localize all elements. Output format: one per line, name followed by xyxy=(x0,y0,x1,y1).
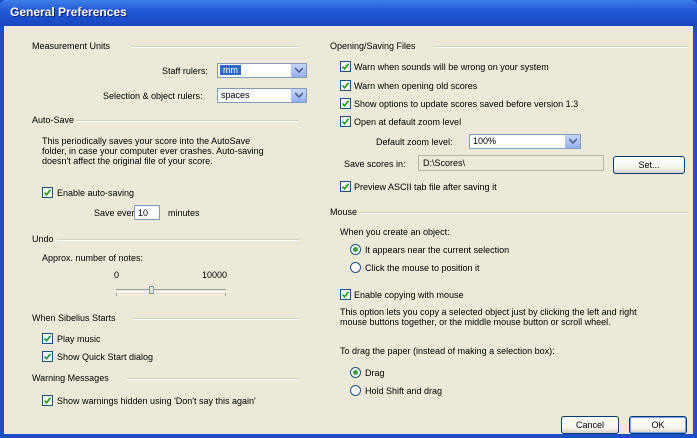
show-update-options-label[interactable]: Show options to update scores saved befo… xyxy=(354,99,578,109)
selection-rulers-value: spaces xyxy=(221,90,250,100)
chevron-down-icon[interactable] xyxy=(291,64,306,77)
show-quick-start-label[interactable]: Show Quick Start dialog xyxy=(57,352,153,362)
show-quick-start-checkbox[interactable] xyxy=(42,351,53,362)
checkmark-icon xyxy=(341,63,350,71)
auto-save-description-1: This periodically saves your score into … xyxy=(42,136,251,146)
chevron-down-icon[interactable] xyxy=(291,89,306,102)
staff-rulers-value: mm xyxy=(220,65,241,75)
auto-save-description-3: doesn't affect the original file of your… xyxy=(42,156,213,166)
enable-copying-checkbox[interactable] xyxy=(340,289,351,300)
auto-save-description-2: folder, in case your computer ever crash… xyxy=(42,146,264,156)
set-folder-button[interactable]: Set... xyxy=(613,156,685,174)
selection-rulers-label: Selection & object rulers: xyxy=(103,91,203,101)
drag-paper-label: To drag the paper (instead of making a s… xyxy=(340,346,555,356)
when-starts-heading: When Sibelius Starts xyxy=(32,313,116,323)
near-selection-label[interactable]: It appears near the current selection xyxy=(365,245,509,255)
preview-ascii-label[interactable]: Preview ASCII tab file after saving it xyxy=(354,182,497,192)
warn-sounds-label[interactable]: Warn when sounds will be wrong on your s… xyxy=(354,62,549,72)
checkmark-icon xyxy=(43,353,52,361)
open-default-zoom-checkbox[interactable] xyxy=(340,116,351,127)
warn-old-scores-label[interactable]: Warn when opening old scores xyxy=(354,81,477,91)
slider-thumb[interactable] xyxy=(149,286,154,294)
opening-saving-divider xyxy=(434,46,688,48)
undo-max-label: 10000 xyxy=(202,270,228,280)
save-every-field[interactable] xyxy=(135,206,159,219)
minutes-label: minutes xyxy=(168,208,200,218)
preferences-window: General Preferences Measurement Units St… xyxy=(0,0,697,438)
mouse-heading: Mouse xyxy=(330,207,358,217)
open-default-zoom-label[interactable]: Open at default zoom level xyxy=(354,117,461,127)
preview-ascii-checkbox[interactable] xyxy=(340,181,351,192)
measurement-units-heading: Measurement Units xyxy=(32,41,111,51)
drag-radio[interactable] xyxy=(350,367,361,378)
create-object-label: When you create an object: xyxy=(340,227,450,237)
slider-tick xyxy=(116,293,117,296)
undo-divider xyxy=(57,239,299,241)
chevron-down-icon[interactable] xyxy=(565,135,580,148)
when-starts-divider xyxy=(132,318,299,320)
show-update-options-checkbox[interactable] xyxy=(340,98,351,109)
dialog-client-area: Measurement Units Staff rulers: mm Selec… xyxy=(4,26,693,434)
hold-shift-radio[interactable] xyxy=(350,385,361,396)
checkmark-icon xyxy=(43,189,52,197)
approx-notes-label: Approx. number of notes: xyxy=(42,253,144,263)
warning-messages-heading: Warning Messages xyxy=(32,373,109,383)
default-zoom-value: 100% xyxy=(473,136,497,146)
slider-track[interactable] xyxy=(116,289,226,292)
enable-auto-saving-label[interactable]: Enable auto-saving xyxy=(57,188,134,198)
enable-copying-label[interactable]: Enable copying with mouse xyxy=(354,290,464,300)
show-hidden-warnings-checkbox[interactable] xyxy=(42,395,53,406)
measurement-units-divider xyxy=(131,46,299,48)
checkmark-icon xyxy=(43,335,52,343)
default-zoom-select[interactable]: 100% xyxy=(469,134,581,149)
ok-button[interactable]: OK xyxy=(629,416,687,434)
default-zoom-label: Default zoom level: xyxy=(376,137,453,147)
title-bar[interactable]: General Preferences xyxy=(0,0,697,26)
checkmark-icon xyxy=(341,291,350,299)
checkmark-icon xyxy=(341,183,350,191)
checkmark-icon xyxy=(341,82,350,90)
click-position-label[interactable]: Click the mouse to position it xyxy=(365,263,480,273)
undo-min-label: 0 xyxy=(114,270,120,280)
enable-auto-saving-checkbox[interactable] xyxy=(42,187,53,198)
copy-description-1: This option lets you copy a selected obj… xyxy=(340,307,637,317)
slider-tick xyxy=(225,293,226,296)
auto-save-heading: Auto-Save xyxy=(32,115,75,125)
save-scores-path-field[interactable]: D:\Scores\ xyxy=(418,155,604,171)
checkmark-icon xyxy=(341,100,350,108)
staff-rulers-label: Staff rulers: xyxy=(162,66,208,76)
checkmark-icon xyxy=(43,397,52,405)
hold-shift-label[interactable]: Hold Shift and drag xyxy=(365,386,442,396)
play-music-label[interactable]: Play music xyxy=(57,334,101,344)
play-music-checkbox[interactable] xyxy=(42,333,53,344)
drag-label[interactable]: Drag xyxy=(365,368,385,378)
warn-sounds-checkbox[interactable] xyxy=(340,61,351,72)
warning-messages-divider xyxy=(127,378,299,380)
window-title: General Preferences xyxy=(10,5,127,19)
near-selection-radio[interactable] xyxy=(350,244,361,255)
warn-old-scores-checkbox[interactable] xyxy=(340,80,351,91)
radio-dot-icon xyxy=(353,247,358,252)
undo-heading: Undo xyxy=(32,234,54,244)
mouse-divider xyxy=(360,212,688,214)
opening-saving-heading: Opening/Saving Files xyxy=(330,41,416,51)
save-scores-path-value: D:\Scores\ xyxy=(423,158,466,168)
auto-save-divider xyxy=(76,120,299,122)
show-hidden-warnings-label[interactable]: Show warnings hidden using 'Don't say th… xyxy=(57,396,256,406)
selection-rulers-select[interactable]: spaces xyxy=(217,88,307,103)
save-every-label: Save every xyxy=(94,208,140,218)
undo-notes-slider[interactable] xyxy=(116,284,226,298)
checkmark-icon xyxy=(341,118,350,126)
radio-dot-icon xyxy=(353,370,358,375)
save-every-input[interactable] xyxy=(134,205,160,220)
staff-rulers-select[interactable]: mm xyxy=(217,63,307,78)
save-scores-in-label: Save scores in: xyxy=(344,159,406,169)
click-position-radio[interactable] xyxy=(350,262,361,273)
cancel-button[interactable]: Cancel xyxy=(561,416,619,434)
copy-description-2: mouse buttons together, or the middle mo… xyxy=(340,317,611,327)
